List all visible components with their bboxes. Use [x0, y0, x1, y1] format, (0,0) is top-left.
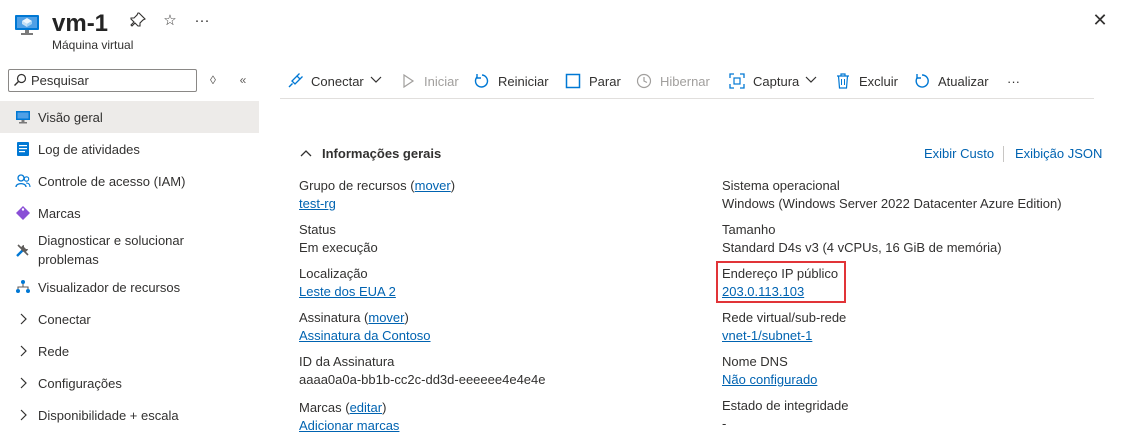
delete-button[interactable]: Excluir [834, 70, 898, 92]
move-resource-group-link[interactable]: mover [415, 178, 451, 193]
sidebar-item-label: Rede [38, 343, 70, 359]
status-value: Em execução [299, 240, 378, 255]
connect-button[interactable]: Conectar [286, 70, 382, 92]
sidebar-item-label: Visualizador de recursos [38, 279, 181, 295]
view-cost-link[interactable]: Exibir Custo [924, 146, 994, 161]
people-icon [14, 172, 32, 190]
log-icon [14, 140, 32, 158]
vnet-link[interactable]: vnet-1/subnet-1 [722, 327, 812, 345]
wrench-icon [14, 241, 32, 259]
hibernate-button[interactable]: Hibernar [635, 70, 710, 92]
clock-icon [635, 72, 653, 90]
pin-icon[interactable] [129, 12, 147, 30]
move-subscription-link[interactable]: mover [368, 310, 404, 325]
capture-icon [728, 72, 746, 90]
dns-field: Nome DNS Não configurado [722, 354, 818, 389]
health-field: Estado de integridade - [722, 397, 1102, 433]
os-field: Sistema operacional Windows (Windows Ser… [722, 177, 1102, 213]
chevron-right-icon [14, 374, 32, 392]
resource-group-link[interactable]: test-rg [299, 195, 336, 213]
sidebar-item-network[interactable]: Rede [0, 335, 259, 367]
subscription-field: Assinatura (mover) Assinatura da Contoso [299, 310, 431, 345]
sidebar-item-tags[interactable]: Marcas [0, 197, 259, 229]
trash-icon [834, 72, 852, 90]
sidebar-item-connect[interactable]: Conectar [0, 303, 259, 335]
sidebar-item-diagnose[interactable]: Diagnosticar e solucionar problemas [0, 229, 259, 271]
page-header: vm-1 Máquina virtual ☆ ··· ✕ [0, 0, 1122, 62]
sidebar-item-overview[interactable]: Visão geral [0, 101, 259, 133]
star-icon[interactable]: ☆ [161, 12, 179, 30]
stop-button[interactable]: Parar [564, 70, 621, 92]
tag-icon [14, 204, 32, 222]
highlight-box [716, 261, 846, 303]
collapse-sidebar-icon[interactable]: « [234, 71, 252, 89]
close-icon[interactable]: ✕ [1090, 10, 1110, 30]
command-bar: Conectar Iniciar Reiniciar Parar Hiberna… [280, 62, 1094, 99]
start-button[interactable]: Iniciar [399, 70, 459, 92]
chevron-down-icon [370, 76, 382, 87]
play-icon [399, 72, 417, 90]
monitor-icon [14, 108, 32, 126]
restart-button[interactable]: Reiniciar [473, 70, 549, 92]
capture-button[interactable]: Captura [728, 70, 817, 92]
restart-icon [473, 72, 491, 90]
sidebar-item-label: Visão geral [38, 109, 103, 125]
location-link[interactable]: Leste dos EUA 2 [299, 283, 396, 301]
sidebar-item-label: Marcas [38, 205, 81, 221]
size-value: Standard D4s v3 (4 vCPUs, 16 GiB de memó… [722, 240, 1002, 255]
search-input[interactable] [31, 72, 191, 89]
sidebar-item-label: Controle de acesso (IAM) [38, 173, 186, 189]
sidebar-nav: Visão geral Log de atividades Controle d… [0, 101, 259, 431]
edit-tags-link[interactable]: editar [350, 400, 383, 415]
size-field: Tamanho Standard D4s v3 (4 vCPUs, 16 GiB… [722, 221, 1102, 257]
vnet-field: Rede virtual/sub-rede vnet-1/subnet-1 [722, 310, 847, 345]
chevron-right-icon [14, 406, 32, 424]
chevron-right-icon [14, 342, 32, 360]
subscription-link[interactable]: Assinatura da Contoso [299, 327, 431, 345]
refresh-icon [913, 72, 931, 90]
search-icon [14, 73, 27, 86]
sidebar-item-label: Conectar [38, 311, 91, 327]
sidebar-item-iam[interactable]: Controle de acesso (IAM) [0, 165, 259, 197]
sidebar-item-label: Configurações [38, 375, 122, 391]
json-view-link[interactable]: Exibição JSON [1015, 146, 1102, 161]
subscription-id-field: ID da Assinatura aaaa0a0a-bb1b-cc2c-dd3d… [299, 353, 679, 389]
page-subtitle: Máquina virtual [52, 38, 134, 52]
page-title: vm-1 [52, 10, 109, 37]
hierarchy-icon [14, 278, 32, 296]
resource-group-field: Grupo de recursos (mover) test-rg [299, 178, 456, 213]
sidebar-item-label: Disponibilidade + escala [38, 407, 179, 423]
plug-icon [286, 72, 304, 90]
more-commands-button[interactable]: ··· [1007, 70, 1020, 92]
sort-icon[interactable]: ◊ [204, 71, 222, 89]
sidebar-item-settings[interactable]: Configurações [0, 367, 259, 399]
virtual-machine-icon [15, 15, 39, 35]
divider [1003, 146, 1004, 162]
chevron-right-icon [14, 310, 32, 328]
sidebar-item-label: Diagnosticar e solucionar problemas [38, 233, 184, 267]
sidebar-item-activity-log[interactable]: Log de atividades [0, 133, 259, 165]
sidebar-item-resource-visualizer[interactable]: Visualizador de recursos [0, 271, 259, 303]
location-field: Localização Leste dos EUA 2 [299, 266, 396, 301]
refresh-button[interactable]: Atualizar [913, 70, 989, 92]
ellipsis-icon[interactable]: ··· [193, 12, 211, 30]
add-tags-link[interactable]: Adicionar marcas [299, 417, 399, 435]
stop-icon [564, 72, 582, 90]
health-value: - [722, 416, 727, 431]
sidebar-item-availability[interactable]: Disponibilidade + escala [0, 399, 259, 431]
dns-link[interactable]: Não configurado [722, 371, 817, 389]
os-value: Windows (Windows Server 2022 Datacenter … [722, 196, 1062, 211]
essentials-toggle[interactable]: Informações gerais [300, 146, 441, 161]
tags-field: Marcas (editar) Adicionar marcas [299, 400, 400, 435]
search-box[interactable] [8, 69, 197, 92]
subscription-id-value: aaaa0a0a-bb1b-cc2c-dd3d-eeeeee4e4e4e [299, 372, 546, 387]
sidebar-item-label: Log de atividades [38, 141, 140, 157]
chevron-down-icon [805, 76, 817, 87]
status-field: Status Em execução [299, 221, 679, 257]
chevron-up-icon [300, 148, 314, 160]
